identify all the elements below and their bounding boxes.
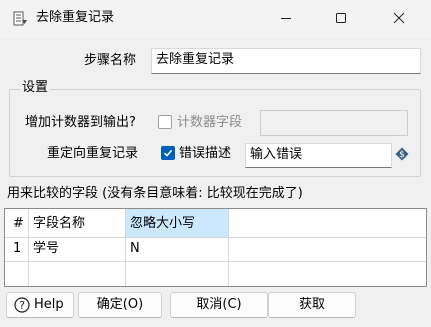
minimize-icon[interactable] — [272, 6, 300, 30]
error-description-input[interactable]: 输入错误 — [245, 143, 392, 168]
column-divider — [228, 209, 229, 286]
column-header-ignore-case[interactable]: 忽略大小写 — [130, 216, 195, 232]
checkmark-icon — [163, 149, 173, 157]
add-counter-label: 增加计数器到输出? — [25, 115, 136, 130]
table-cell-field-name[interactable]: 学号 — [33, 241, 59, 257]
column-divider — [125, 209, 126, 286]
svg-text:?: ? — [19, 299, 25, 312]
step-name-input[interactable]: 去除重复记录 — [151, 48, 421, 74]
settings-group-title: 设置 — [20, 79, 51, 97]
counter-field-label: 计数器字段 — [177, 115, 243, 130]
window-title: 去除重复记录 — [36, 10, 115, 25]
column-divider — [28, 209, 29, 286]
ok-button[interactable]: 确定(O) — [78, 292, 162, 318]
close-icon[interactable] — [385, 6, 413, 30]
step-name-label: 步骤名称 — [84, 53, 137, 68]
counter-field-checkbox[interactable] — [158, 115, 172, 129]
variable-icon[interactable]: $ — [395, 147, 409, 161]
svg-text:$: $ — [399, 150, 405, 160]
table-cell-index[interactable]: 1 — [13, 241, 21, 257]
help-icon: ? — [14, 297, 30, 313]
row-divider — [5, 261, 426, 262]
help-button-label: Help — [34, 297, 64, 312]
error-description-label: 错误描述 — [179, 146, 232, 161]
redirect-duplicates-label: 重定向重复记录 — [47, 146, 139, 161]
header-divider — [5, 237, 426, 238]
error-description-checkbox[interactable] — [161, 146, 175, 160]
get-fields-button[interactable]: 获取 — [268, 292, 356, 318]
transform-step-icon — [13, 11, 27, 26]
help-button[interactable]: ? Help — [6, 292, 74, 318]
cancel-button[interactable]: 取消(C) — [170, 292, 268, 318]
title-bar: 去除重复记录 — [0, 0, 431, 38]
maximize-icon[interactable] — [327, 6, 355, 30]
fields-caption: 用来比较的字段 (没有条目意味着: 比较现在完成了) — [7, 186, 303, 201]
column-header-field-name[interactable]: 字段名称 — [33, 216, 85, 232]
column-header-index[interactable]: # — [13, 216, 24, 232]
table-cell-ignore-case[interactable]: N — [130, 241, 140, 257]
counter-field-input[interactable] — [260, 110, 408, 136]
fields-table[interactable]: # 字段名称 忽略大小写 1 学号 N — [4, 208, 427, 287]
